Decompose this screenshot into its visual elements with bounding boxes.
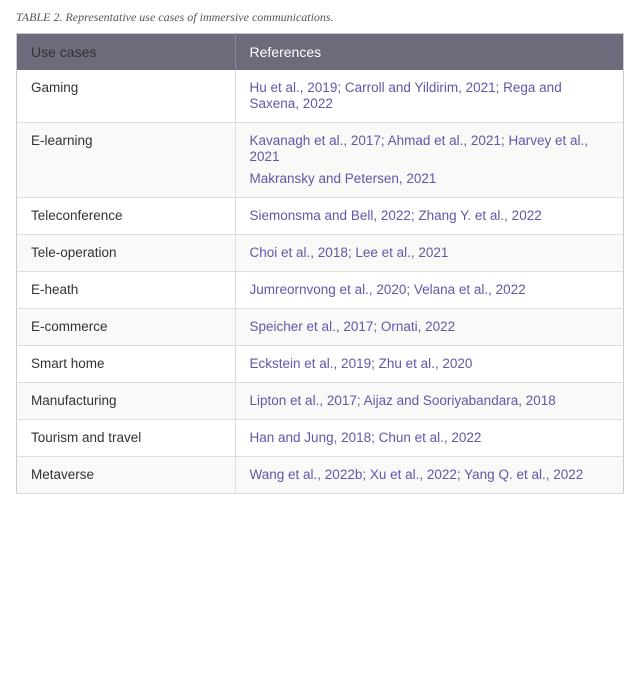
- ref-paragraph: Lipton et al., 2017; Aijaz and Sooriyaba…: [250, 393, 609, 409]
- header-references: References: [235, 34, 623, 71]
- header-use-cases: Use cases: [17, 34, 236, 71]
- use-case-cell: Manufacturing: [17, 383, 236, 420]
- ref-link: Hu et al., 2019; Carroll and Yildirim, 2…: [250, 80, 562, 111]
- table-body: Gaming Hu et al., 2019; Carroll and Yildi…: [17, 70, 624, 494]
- table-row: Smart home Eckstein et al., 2019; Zhu et …: [17, 346, 624, 383]
- table-row: Manufacturing Lipton et al., 2017; Aijaz …: [17, 383, 624, 420]
- ref-paragraph: Wang et al., 2022b; Xu et al., 2022; Yan…: [250, 467, 609, 483]
- ref-link: Han and Jung, 2018; Chun et al., 2022: [250, 430, 482, 445]
- use-case-cell: Metaverse: [17, 457, 236, 494]
- table-header: Use cases References: [17, 34, 624, 71]
- references-cell: Siemonsma and Bell, 2022; Zhang Y. et al…: [235, 198, 623, 235]
- ref-paragraph: Choi et al., 2018; Lee et al., 2021: [250, 245, 609, 261]
- ref-paragraph: Hu et al., 2019; Carroll and Yildirim, 2…: [250, 80, 609, 112]
- ref-link: Speicher et al., 2017; Ornati, 2022: [250, 319, 456, 334]
- use-case-cell: Gaming: [17, 70, 236, 123]
- ref-link: Lipton et al., 2017; Aijaz and Sooriyaba…: [250, 393, 556, 408]
- use-case-cell: Tele-operation: [17, 235, 236, 272]
- ref-paragraph: Siemonsma and Bell, 2022; Zhang Y. et al…: [250, 208, 609, 224]
- use-case-cell: E-heath: [17, 272, 236, 309]
- table-row: Teleconference Siemonsma and Bell, 2022; …: [17, 198, 624, 235]
- use-case-cell: Tourism and travel: [17, 420, 236, 457]
- ref-paragraph: Makransky and Petersen, 2021: [250, 171, 609, 187]
- references-cell: Hu et al., 2019; Carroll and Yildirim, 2…: [235, 70, 623, 123]
- ref-link: Eckstein et al., 2019; Zhu et al., 2020: [250, 356, 473, 371]
- references-cell: Eckstein et al., 2019; Zhu et al., 2020: [235, 346, 623, 383]
- ref-link: Choi et al., 2018; Lee et al., 2021: [250, 245, 449, 260]
- table-row: E-learning Kavanagh et al., 2017; Ahmad e…: [17, 123, 624, 198]
- ref-link: Jumreornvong et al., 2020; Velana et al.…: [250, 282, 526, 297]
- ref-paragraph: Jumreornvong et al., 2020; Velana et al.…: [250, 282, 609, 298]
- ref-link: Kavanagh et al., 2017; Ahmad et al., 202…: [250, 133, 588, 164]
- ref-link: Siemonsma and Bell, 2022; Zhang Y. et al…: [250, 208, 542, 223]
- references-cell: Lipton et al., 2017; Aijaz and Sooriyaba…: [235, 383, 623, 420]
- ref-link: Makransky and Petersen, 2021: [250, 171, 437, 186]
- table-row: Tele-operation Choi et al., 2018; Lee et …: [17, 235, 624, 272]
- use-case-cell: E-learning: [17, 123, 236, 198]
- references-cell: Wang et al., 2022b; Xu et al., 2022; Yan…: [235, 457, 623, 494]
- table-caption: TABLE 2. Representative use cases of imm…: [16, 10, 624, 25]
- references-cell: Jumreornvong et al., 2020; Velana et al.…: [235, 272, 623, 309]
- ref-paragraph: Han and Jung, 2018; Chun et al., 2022: [250, 430, 609, 446]
- table-row: Gaming Hu et al., 2019; Carroll and Yildi…: [17, 70, 624, 123]
- references-cell: Choi et al., 2018; Lee et al., 2021: [235, 235, 623, 272]
- references-cell: Kavanagh et al., 2017; Ahmad et al., 202…: [235, 123, 623, 198]
- table-row: Metaverse Wang et al., 2022b; Xu et al., …: [17, 457, 624, 494]
- ref-link: Wang et al., 2022b; Xu et al., 2022; Yan…: [250, 467, 584, 482]
- table-row: Tourism and travel Han and Jung, 2018; Ch…: [17, 420, 624, 457]
- use-case-cell: Teleconference: [17, 198, 236, 235]
- use-case-cell: Smart home: [17, 346, 236, 383]
- table-row: E-commerce Speicher et al., 2017; Ornati,…: [17, 309, 624, 346]
- use-case-cell: E-commerce: [17, 309, 236, 346]
- references-cell: Speicher et al., 2017; Ornati, 2022: [235, 309, 623, 346]
- main-table: Use cases References Gaming Hu et al., 20…: [16, 33, 624, 494]
- ref-paragraph: Eckstein et al., 2019; Zhu et al., 2020: [250, 356, 609, 372]
- ref-paragraph: Speicher et al., 2017; Ornati, 2022: [250, 319, 609, 335]
- ref-paragraph: Kavanagh et al., 2017; Ahmad et al., 202…: [250, 133, 609, 165]
- table-row: E-heath Jumreornvong et al., 2020; Velana…: [17, 272, 624, 309]
- references-cell: Han and Jung, 2018; Chun et al., 2022: [235, 420, 623, 457]
